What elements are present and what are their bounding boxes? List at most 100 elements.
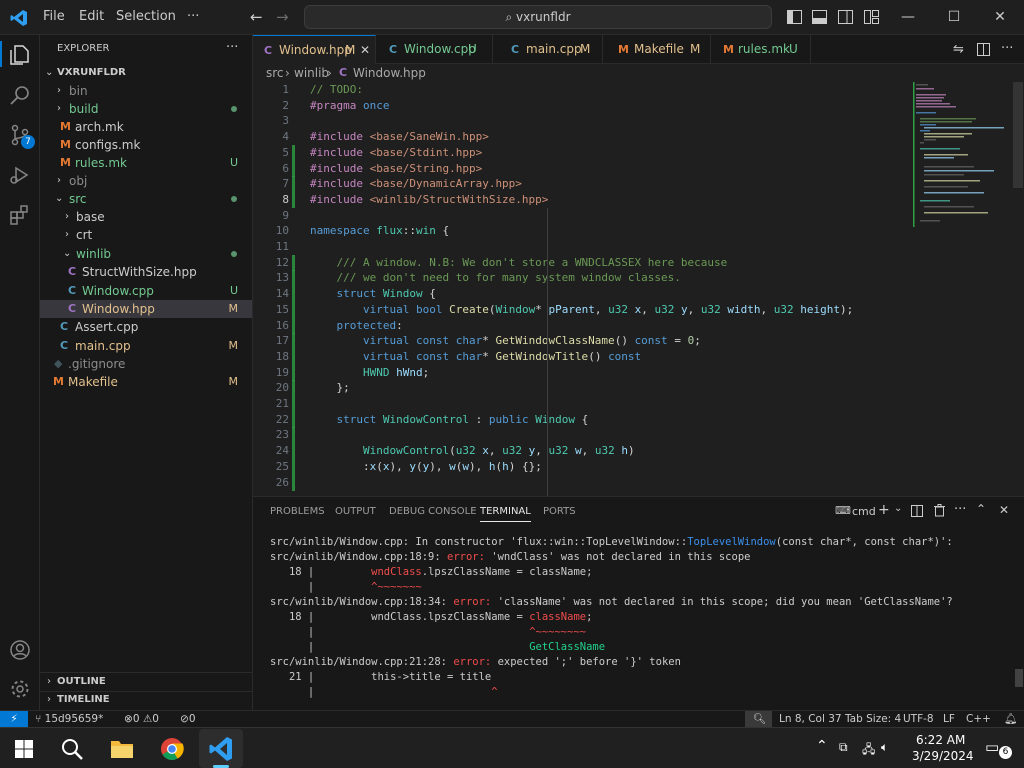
network-icon[interactable]: 🖧︎ — [862, 740, 875, 761]
tree-item-bin[interactable]: › bin — [40, 82, 252, 100]
maximize-panel-icon[interactable]: ⌃ — [976, 502, 986, 516]
terminal-scrollbar[interactable] — [1015, 669, 1023, 687]
outline-section[interactable]: › OUTLINE — [40, 673, 252, 691]
code-line[interactable]: 17 virtual const char* GetWindowClassNam… — [253, 333, 913, 350]
extensions-icon[interactable] — [8, 203, 32, 227]
tree-item-base[interactable]: › base — [40, 208, 252, 226]
code-line[interactable]: 21 — [253, 396, 913, 412]
chevron-down-icon[interactable]: ⌄ — [894, 503, 902, 514]
split-editor-icon[interactable] — [977, 43, 990, 56]
volume-icon[interactable]: 🔈︎ — [881, 740, 888, 755]
code-line[interactable]: 14 struct Window { — [253, 286, 913, 303]
new-terminal-icon[interactable]: + — [878, 502, 890, 518]
tree-item-crt[interactable]: › crt — [40, 226, 252, 244]
tree-item-rules-mk[interactable]: M rules.mk U — [40, 154, 252, 172]
tree-item-build[interactable]: › build — [40, 100, 252, 118]
code-line[interactable]: 23 — [253, 427, 913, 444]
panel-tab-ports[interactable]: PORTS — [543, 506, 576, 517]
toggle-secondary-sidebar-icon[interactable] — [838, 10, 853, 24]
tray-overflow-icon[interactable]: ⌃ — [816, 738, 828, 754]
tab-rules-mk[interactable]: M rules.mk U — [711, 35, 811, 64]
close-tab-icon[interactable]: ✕ — [360, 36, 370, 65]
code-editor[interactable]: 1 // TODO: 2 #pragma once 3 4 #include <base/S… — [253, 82, 1024, 496]
back-arrow-icon[interactable]: ← — [250, 8, 263, 26]
panel-tab-problems[interactable]: PROBLEMS — [270, 506, 325, 517]
menu-file[interactable]: File — [43, 9, 65, 24]
code-line[interactable]: 15 virtual bool Create(Window* pParent, … — [253, 301, 913, 318]
cursor-position[interactable]: Ln 8, Col 37 — [779, 711, 842, 727]
code-line[interactable]: 20 }; — [253, 380, 913, 397]
breadcrumb-winlib[interactable]: winlib — [294, 64, 329, 82]
tree-item-window-hpp[interactable]: C Window.hpp M — [40, 300, 252, 318]
settings-gear-icon[interactable] — [8, 677, 32, 701]
breadcrumb-file[interactable]: Window.hpp — [353, 64, 426, 82]
menu-edit[interactable]: Edit — [79, 9, 104, 24]
menu-more[interactable]: ··· — [187, 9, 199, 24]
explorer-more-button[interactable]: ··· — [226, 40, 238, 55]
toggle-primary-sidebar-icon[interactable] — [787, 10, 802, 24]
toggle-panel-icon[interactable] — [812, 10, 827, 24]
close-window-icon[interactable]: ✕ — [990, 9, 1010, 25]
trash-icon[interactable] — [934, 504, 945, 517]
chrome-icon[interactable] — [154, 732, 190, 766]
editor-more-icon[interactable]: ··· — [1001, 41, 1013, 56]
code-line[interactable]: 1 // TODO: — [253, 82, 913, 98]
tab-window-cpp[interactable]: C Window.cpp U — [376, 35, 493, 64]
zoom-indicator[interactable]: 🔍︎ — [745, 711, 772, 727]
windows-start-icon[interactable] — [15, 740, 33, 758]
code-line[interactable]: 3 — [253, 113, 913, 129]
command-center-search[interactable]: ⌕ vxrunfldr — [304, 5, 772, 29]
language-mode[interactable]: C++ — [966, 711, 991, 727]
file-explorer-icon[interactable] — [104, 732, 140, 766]
end-of-line[interactable]: LF — [943, 711, 955, 727]
code-line[interactable]: 9 — [253, 208, 913, 224]
ports-indicator[interactable]: ⊘0 — [180, 711, 196, 727]
terminal-shell-label[interactable]: cmd — [852, 505, 876, 518]
tree-root[interactable]: ⌄ VXRUNFLDR — [40, 64, 252, 82]
git-branch[interactable]: ⑂ 15d95659* — [35, 711, 103, 727]
tree-item-main-cpp[interactable]: C main.cpp M — [40, 337, 252, 355]
close-panel-icon[interactable]: ✕ — [999, 503, 1009, 517]
code-line[interactable]: 26 — [253, 474, 913, 491]
code-line[interactable]: 4 #include <base/SaneWin.hpp> — [253, 129, 913, 145]
panel-more-icon[interactable]: ··· — [954, 502, 966, 517]
tree-item-src[interactable]: ⌄ src — [40, 190, 252, 208]
tab-main-cpp[interactable]: C main.cpp M — [493, 35, 603, 64]
tree-item-structwithsize-hpp[interactable]: C StructWithSize.hpp — [40, 263, 252, 281]
open-changes-icon[interactable]: ⇋ — [953, 42, 964, 57]
customize-layout-icon[interactable] — [864, 10, 879, 24]
tab-makefile[interactable]: M Makefile M — [603, 35, 711, 64]
code-line[interactable]: 7 #include <base/DynamicArray.hpp> — [253, 176, 913, 193]
clock-time[interactable]: 6:22 AM — [916, 733, 965, 747]
tree-item-arch-mk[interactable]: M arch.mk — [40, 118, 252, 136]
vscode-logo-icon[interactable] — [10, 9, 28, 27]
search-view-icon[interactable] — [8, 83, 32, 107]
code-line[interactable]: 19 HWND hWnd; — [253, 364, 913, 381]
explorer-icon[interactable] — [8, 43, 32, 67]
run-debug-icon[interactable] — [8, 163, 32, 187]
problems-indicator[interactable]: ⊗0 ⚠0 — [124, 711, 159, 727]
maximize-icon[interactable]: ☐ — [944, 9, 964, 25]
menu-selection[interactable]: Selection — [116, 9, 176, 24]
minimize-icon[interactable]: — — [898, 9, 918, 25]
vscode-taskbar-icon[interactable] — [203, 732, 239, 766]
tab-window-hpp[interactable]: C Window.hpp M ✕ — [253, 35, 376, 64]
tree-item-gitignore[interactable]: ◆ .gitignore — [40, 355, 252, 373]
editor-scrollbar[interactable] — [1013, 82, 1023, 188]
code-line[interactable]: 16 protected: — [253, 317, 913, 334]
tree-item-makefile[interactable]: M Makefile M — [40, 373, 252, 391]
code-line[interactable]: 2 #pragma once — [253, 98, 913, 114]
encoding[interactable]: UTF-8 — [903, 711, 934, 727]
forward-arrow-icon[interactable]: → — [276, 8, 289, 26]
tree-item-assert-cpp[interactable]: C Assert.cpp — [40, 318, 252, 336]
tree-item-winlib[interactable]: ⌄ winlib — [40, 245, 252, 263]
minimap[interactable] — [911, 82, 1011, 232]
tree-item-configs-mk[interactable]: M configs.mk — [40, 136, 252, 154]
taskbar-search-icon[interactable] — [60, 737, 84, 761]
code-line[interactable]: 13 /// we don't need to for many system … — [253, 270, 913, 287]
accounts-icon[interactable] — [8, 638, 32, 662]
code-line[interactable]: 6 #include <base/String.hpp> — [253, 160, 913, 177]
clock-date[interactable]: 3/29/2024 — [912, 749, 974, 763]
notification-center-icon[interactable]: ▭ — [985, 738, 999, 756]
timeline-section[interactable]: › TIMELINE — [40, 691, 252, 709]
